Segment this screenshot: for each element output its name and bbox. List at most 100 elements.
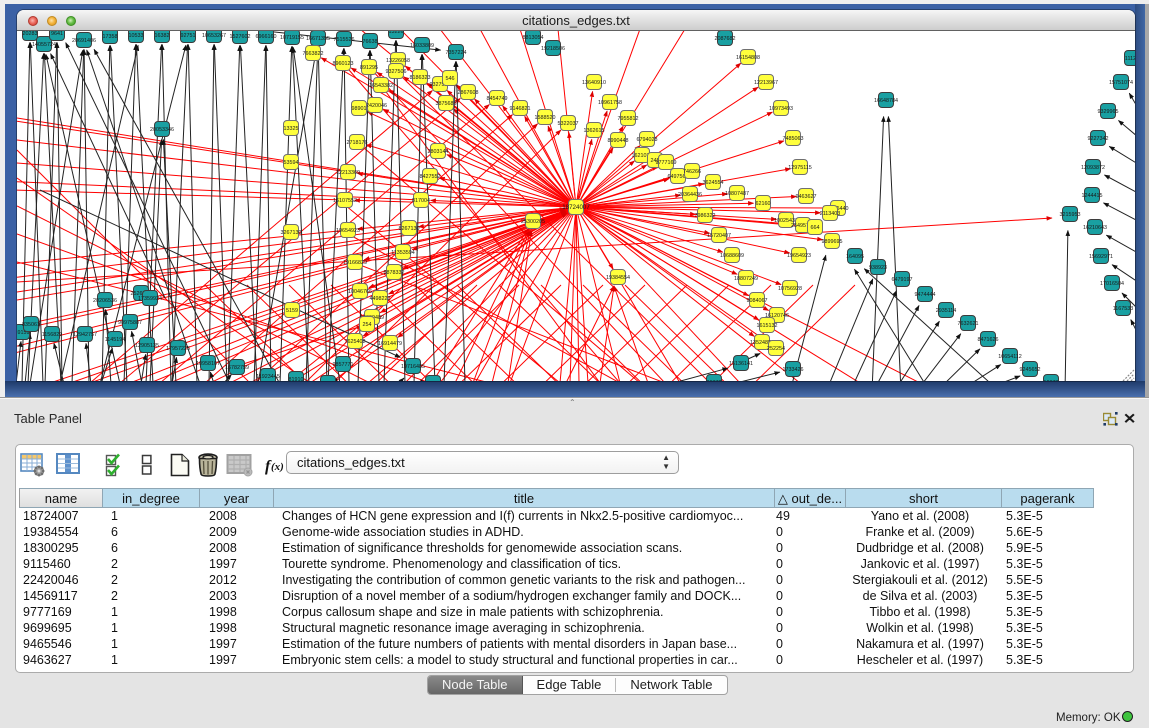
svg-text:6966160: 6966160 <box>256 34 277 40</box>
svg-text:76638: 76638 <box>363 39 378 45</box>
svg-text:12213369: 12213369 <box>336 170 360 176</box>
svg-text:9899695: 9899695 <box>822 239 843 245</box>
svg-text:18807249: 18807249 <box>734 276 758 282</box>
svg-text:10046766: 10046766 <box>348 289 372 295</box>
svg-text:17957225: 17957225 <box>166 346 190 352</box>
svg-text:2803144: 2803144 <box>428 149 449 155</box>
svg-text:19384554: 19384554 <box>606 275 630 281</box>
svg-text:891295: 891295 <box>360 65 378 71</box>
svg-text:10756928: 10756928 <box>778 286 802 292</box>
svg-text:10807487: 10807487 <box>725 191 749 197</box>
svg-text:5159: 5159 <box>286 308 298 314</box>
svg-text:1527602: 1527602 <box>230 34 251 40</box>
svg-text:16973: 16973 <box>1044 380 1059 381</box>
svg-text:1588520: 1588520 <box>535 115 556 121</box>
svg-text:8267130: 8267130 <box>399 226 420 232</box>
svg-text:10958107: 10958107 <box>196 361 220 367</box>
svg-text:164095: 164095 <box>846 254 864 260</box>
svg-text:19654923: 19654923 <box>787 253 811 259</box>
svg-text:9146821: 9146821 <box>510 106 531 112</box>
svg-text:817004: 817004 <box>412 198 430 204</box>
svg-text:2718176: 2718176 <box>347 140 368 146</box>
svg-text:18724007: 18724007 <box>562 204 590 211</box>
svg-text:19166829: 19166829 <box>343 260 367 266</box>
svg-text:13226: 13226 <box>389 31 404 35</box>
svg-text:11353594: 11353594 <box>391 250 415 256</box>
svg-text:10973493: 10973493 <box>769 106 793 112</box>
svg-text:16033809: 16033809 <box>410 43 434 49</box>
svg-text:1615132: 1615132 <box>757 323 778 329</box>
svg-text:10654112: 10654112 <box>998 354 1022 360</box>
svg-text:9474444: 9474444 <box>915 292 936 298</box>
svg-text:16543382: 16543382 <box>369 83 393 89</box>
svg-text:19218506: 19218506 <box>541 46 565 52</box>
svg-text:19654923: 19654923 <box>336 228 360 234</box>
svg-text:1156829: 1156829 <box>42 332 63 338</box>
svg-text:15136141: 15136141 <box>729 361 753 367</box>
svg-text:8186323: 8186323 <box>410 75 431 81</box>
svg-text:8454749: 8454749 <box>487 96 508 102</box>
svg-text:7485063: 7485063 <box>783 136 804 142</box>
svg-text:25300205: 25300205 <box>521 219 545 225</box>
svg-text:16648784: 16648784 <box>874 98 898 104</box>
svg-text:252254: 252254 <box>767 346 785 352</box>
svg-text:9329965: 9329965 <box>1098 109 1119 115</box>
svg-text:664: 664 <box>811 225 820 231</box>
svg-text:746266: 746266 <box>683 169 701 175</box>
svg-text:1167533: 1167533 <box>1113 306 1134 312</box>
svg-text:938923: 938923 <box>869 265 887 271</box>
svg-text:1362615: 1362615 <box>584 128 605 134</box>
svg-text:16671355: 16671355 <box>306 36 330 42</box>
svg-text:11123: 11123 <box>1125 56 1135 62</box>
svg-text:254: 254 <box>363 322 372 328</box>
svg-text:2113403: 2113403 <box>820 211 841 217</box>
svg-text:15692971: 15692971 <box>1089 254 1113 260</box>
svg-text:16107552: 16107552 <box>333 198 357 204</box>
svg-text:12905135: 12905135 <box>135 343 159 349</box>
svg-text:9857771: 9857771 <box>333 362 354 368</box>
svg-text:17358: 17358 <box>103 34 118 40</box>
svg-text:15751074: 15751074 <box>1109 80 1133 86</box>
svg-text:13640910: 13640910 <box>582 80 606 86</box>
svg-text:16154808: 16154808 <box>736 55 760 61</box>
svg-text:3215953: 3215953 <box>1060 212 1081 218</box>
svg-text:1733426: 1733426 <box>783 367 804 373</box>
svg-text:7663822: 7663822 <box>303 51 324 57</box>
svg-text:20691406: 20691406 <box>72 38 96 44</box>
svg-text:7955812: 7955812 <box>618 116 639 122</box>
svg-text:16382: 16382 <box>155 33 170 39</box>
svg-text:12942757: 12942757 <box>73 332 97 338</box>
svg-text:7515526: 7515526 <box>334 37 355 43</box>
svg-text:13325: 13325 <box>284 126 299 132</box>
svg-text:(x): (x) <box>271 461 284 473</box>
svg-text:4498222: 4498222 <box>370 296 391 302</box>
svg-text:12213967: 12213967 <box>754 80 778 86</box>
svg-text:20364436: 20364436 <box>678 192 702 198</box>
svg-text:98901: 98901 <box>352 106 367 112</box>
svg-text:92751: 92751 <box>181 33 196 39</box>
svg-text:12093872: 12093872 <box>1081 165 1105 171</box>
svg-text:7357224: 7357224 <box>446 50 467 56</box>
svg-text:835061: 835061 <box>22 322 40 328</box>
svg-text:3875685: 3875685 <box>436 101 457 107</box>
svg-text:10533: 10533 <box>129 33 144 39</box>
svg-text:7625402: 7625402 <box>345 339 366 345</box>
svg-text:9327506: 9327506 <box>386 69 407 75</box>
svg-text:16782759: 16782759 <box>225 365 249 371</box>
svg-text:19716485: 19716485 <box>401 364 425 370</box>
svg-text:2867608: 2867608 <box>458 90 479 96</box>
svg-text:9227342: 9227342 <box>1088 136 1109 142</box>
svg-text:8427552: 8427552 <box>420 174 441 180</box>
svg-text:10961758: 10961758 <box>598 100 622 106</box>
svg-text:16210643: 16210643 <box>1083 225 1107 231</box>
svg-text:9463627: 9463627 <box>796 194 817 200</box>
svg-text:20206536: 20206536 <box>93 298 117 304</box>
svg-text:16914479: 16914479 <box>378 341 402 347</box>
svg-text:17016504: 17016504 <box>1100 281 1124 287</box>
svg-text:15720407: 15720407 <box>707 233 731 239</box>
svg-text:9245652: 9245652 <box>1020 367 1041 373</box>
svg-text:17359924: 17359924 <box>138 296 162 302</box>
svg-text:7632621: 7632621 <box>958 321 979 327</box>
svg-text:3624554: 3624554 <box>703 180 724 186</box>
svg-text:8878332: 8878332 <box>384 270 405 276</box>
